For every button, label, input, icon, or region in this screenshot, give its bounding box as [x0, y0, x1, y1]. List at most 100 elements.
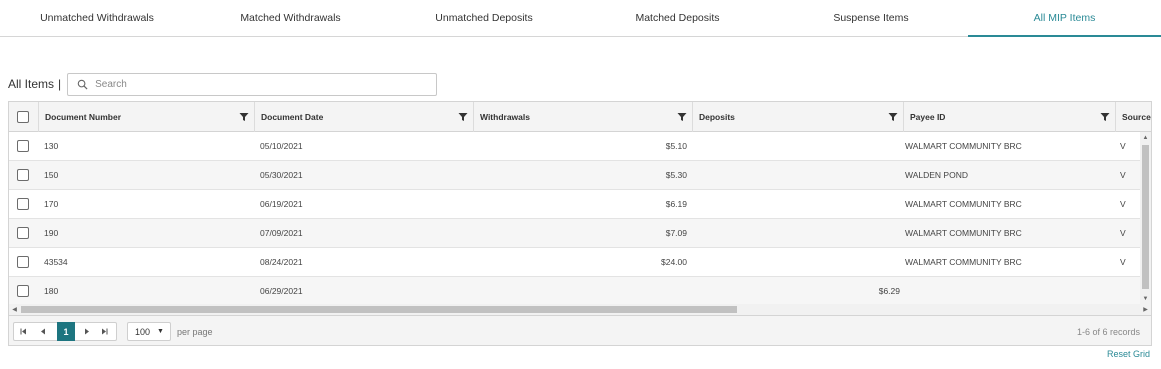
row-checkbox[interactable] [17, 256, 29, 268]
mip-items-grid: Document Number Document Date Withdrawal… [8, 101, 1152, 346]
cell-document-number: 43534 [44, 257, 68, 267]
filter-icon[interactable] [677, 112, 687, 122]
filter-icon[interactable] [239, 112, 249, 122]
per-page-select[interactable]: 100 ▼ [127, 322, 171, 341]
cell-deposits [692, 219, 900, 247]
cell-deposits [692, 190, 900, 218]
cell-document-number: 190 [44, 228, 59, 238]
cell-deposits: $6.29 [878, 286, 900, 296]
grid-pager: 1 100 ▼ per page 1-6 of 6 records [9, 315, 1151, 345]
cell-payee-id: WALMART COMMUNITY BRC [905, 141, 1022, 151]
table-row[interactable]: 130 05/10/2021 $5.10 WALMART COMMUNITY B… [9, 132, 1140, 161]
grid-title: All Items [8, 77, 55, 91]
row-checkbox[interactable] [17, 227, 29, 239]
current-page-button[interactable]: 1 [57, 322, 75, 341]
cell-deposits [692, 161, 900, 189]
vertical-scrollbar[interactable]: ▲ ▼ [1140, 132, 1151, 304]
last-page-icon[interactable] [98, 324, 111, 339]
column-header-withdrawals[interactable]: Withdrawals [473, 102, 692, 132]
row-checkbox[interactable] [17, 198, 29, 210]
cell-payee-id: WALMART COMMUNITY BRC [905, 199, 1022, 209]
horizontal-scroll-thumb[interactable] [21, 306, 737, 313]
cell-document-date: 08/24/2021 [260, 257, 303, 267]
table-row[interactable]: 190 07/09/2021 $7.09 WALMART COMMUNITY B… [9, 219, 1140, 248]
grid-toolbar: All Items | [8, 72, 438, 96]
cell-document-number: 180 [44, 286, 59, 296]
first-page-icon[interactable] [17, 324, 30, 339]
cell-source: V [1120, 141, 1126, 151]
select-all-checkbox[interactable] [17, 111, 29, 123]
records-count: 1-6 of 6 records [1076, 326, 1140, 337]
cell-source: V [1120, 199, 1126, 209]
caret-down-icon: ▼ [157, 328, 164, 335]
search-box[interactable] [67, 72, 438, 96]
filter-icon[interactable] [1100, 112, 1110, 122]
row-checkbox[interactable] [17, 285, 29, 297]
scroll-up-arrow-icon[interactable]: ▲ [1140, 132, 1151, 143]
column-label: Document Date [261, 112, 324, 122]
table-row[interactable]: 180 06/29/2021 $6.29 [9, 277, 1140, 304]
scroll-right-arrow-icon[interactable]: ▶ [1140, 304, 1151, 315]
cell-withdrawals [473, 277, 687, 305]
cell-payee-id: WALMART COMMUNITY BRC [905, 228, 1022, 238]
column-label: Source [1122, 112, 1151, 122]
prev-page-icon[interactable] [36, 324, 49, 339]
row-checkbox[interactable] [17, 140, 29, 152]
tab-matched-withdrawals[interactable]: Matched Withdrawals [194, 0, 387, 36]
cell-withdrawals: $6.19 [665, 199, 687, 209]
cell-document-number: 130 [44, 141, 59, 151]
cell-withdrawals: $24.00 [661, 257, 687, 267]
scroll-left-arrow-icon[interactable]: ◀ [9, 304, 20, 315]
cell-payee-id: WALMART COMMUNITY BRC [905, 257, 1022, 267]
next-page-icon[interactable] [80, 324, 93, 339]
column-header-document-number[interactable]: Document Number [38, 102, 254, 132]
cell-deposits [692, 132, 900, 160]
cell-document-date: 06/29/2021 [260, 286, 303, 296]
tab-unmatched-deposits[interactable]: Unmatched Deposits [387, 0, 581, 36]
cell-deposits [692, 248, 900, 276]
filter-icon[interactable] [458, 112, 468, 122]
per-page-label: per page [177, 326, 213, 337]
column-header-payee-id[interactable]: Payee ID [903, 102, 1115, 132]
column-label: Document Number [45, 112, 122, 122]
table-row[interactable]: 150 05/30/2021 $5.30 WALDEN POND V [9, 161, 1140, 190]
column-header-deposits[interactable]: Deposits [692, 102, 903, 132]
cell-source: V [1120, 257, 1126, 267]
horizontal-scrollbar[interactable]: ◀ ▶ [9, 304, 1151, 315]
reset-grid-link[interactable]: Reset Grid [1107, 349, 1150, 359]
cell-document-number: 150 [44, 170, 59, 180]
title-separator: | [58, 77, 62, 91]
cell-document-date: 05/30/2021 [260, 170, 303, 180]
tab-suspense-items[interactable]: Suspense Items [774, 0, 968, 36]
search-input[interactable] [95, 78, 416, 90]
cell-payee-id: WALDEN POND [905, 170, 968, 180]
column-label: Deposits [699, 112, 735, 122]
tab-all-mip-items[interactable]: All MIP Items [968, 0, 1161, 37]
cell-withdrawals: $5.10 [665, 141, 687, 151]
column-label: Payee ID [910, 112, 946, 122]
table-row[interactable]: 170 06/19/2021 $6.19 WALMART COMMUNITY B… [9, 190, 1140, 219]
cell-document-date: 06/19/2021 [260, 199, 303, 209]
tab-matched-deposits[interactable]: Matched Deposits [581, 0, 774, 36]
cell-source: V [1120, 228, 1126, 238]
column-label: Withdrawals [480, 112, 530, 122]
tab-unmatched-withdrawals[interactable]: Unmatched Withdrawals [0, 0, 194, 36]
scroll-down-arrow-icon[interactable]: ▼ [1140, 293, 1151, 304]
row-checkbox[interactable] [17, 169, 29, 181]
tab-strip: Unmatched Withdrawals Matched Withdrawal… [0, 0, 1161, 37]
table-row[interactable]: 43534 08/24/2021 $24.00 WALMART COMMUNIT… [9, 248, 1140, 277]
search-icon [77, 79, 88, 90]
column-header-document-date[interactable]: Document Date [254, 102, 473, 132]
per-page-value: 100 [135, 326, 151, 337]
cell-document-number: 170 [44, 199, 59, 209]
header-select-cell [9, 102, 38, 132]
cell-source: V [1120, 170, 1126, 180]
column-header-source[interactable]: Source [1115, 102, 1151, 132]
cell-withdrawals: $7.09 [665, 228, 687, 238]
filter-icon[interactable] [888, 112, 898, 122]
cell-withdrawals: $5.30 [665, 170, 687, 180]
grid-header: Document Number Document Date Withdrawal… [9, 102, 1151, 132]
vertical-scroll-thumb[interactable] [1142, 145, 1149, 289]
cell-document-date: 05/10/2021 [260, 141, 303, 151]
cell-document-date: 07/09/2021 [260, 228, 303, 238]
